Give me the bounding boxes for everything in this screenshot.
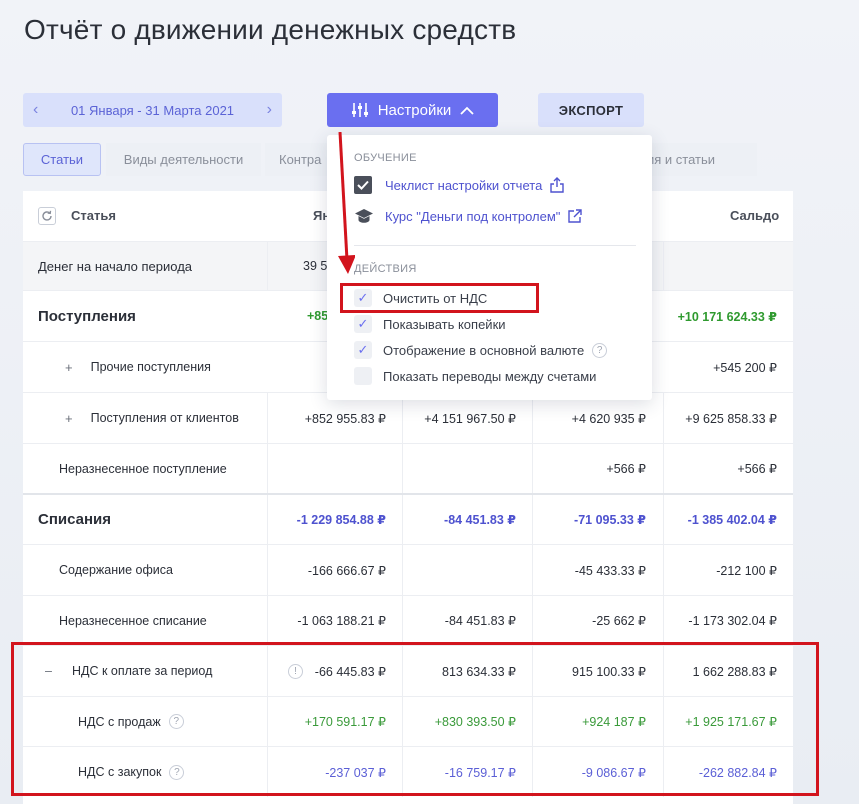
cell-value: -1 063 188.21 ₽: [297, 614, 386, 628]
cell-value: +85: [307, 309, 329, 323]
cell-value: -1 173 302.04 ₽: [688, 614, 777, 628]
checkbox-checked-icon[interactable]: ✓: [354, 341, 372, 359]
course-link-label: Курс "Деньги под контролем": [385, 208, 561, 224]
cell-value: -1 385 402.04 ₽: [687, 513, 777, 527]
section-actions-heading: ДЕЙСТВИЯ: [354, 263, 417, 275]
cell-value: +566 ₽: [606, 462, 646, 476]
cell-value: +10 171 624.33 ₽: [677, 309, 777, 324]
cell-value: -212 100 ₽: [716, 563, 777, 578]
tab-activity-types[interactable]: Виды деятельности: [106, 143, 261, 176]
course-link[interactable]: Курс "Деньги под контролем": [354, 208, 583, 224]
option-label: Отображение в основной валюте: [383, 342, 585, 358]
cell-value: +9 625 858.33 ₽: [685, 411, 777, 426]
option-label: Показать переводы между счетами: [383, 368, 597, 384]
option-show-transfers[interactable]: Показать переводы между счетами: [354, 367, 596, 385]
annotation-highlight-option: [340, 283, 539, 313]
help-icon[interactable]: ?: [592, 342, 608, 358]
option-main-currency[interactable]: ✓ Отображение в основной валюте ?: [354, 341, 608, 359]
header-article[interactable]: Статья: [71, 208, 116, 223]
header-balance[interactable]: Сальдо: [730, 208, 779, 223]
sliders-icon: [351, 102, 369, 118]
export-button[interactable]: ЭКСПОРТ: [538, 93, 644, 127]
date-range-label: 01 Января - 31 Марта 2021: [70, 102, 235, 118]
row-label: Неразнесенное списание: [59, 613, 207, 628]
option-label: Показывать копейки: [383, 316, 506, 332]
cell-value: -71 095.33 ₽: [574, 513, 646, 527]
chevron-left-icon[interactable]: ‹: [33, 101, 38, 119]
settings-dropdown: ОБУЧЕНИЕ Чеклист настройки отчета Курс "…: [327, 135, 652, 400]
row-label: Поступления от клиентов: [90, 411, 239, 425]
menu-divider: [354, 245, 636, 246]
row-label: Денег на начало периода: [38, 258, 193, 274]
cell-value: -25 662 ₽: [592, 614, 646, 628]
refresh-icon[interactable]: [38, 207, 56, 225]
cell-value: +4 620 935 ₽: [571, 411, 646, 426]
graduation-cap-icon: [354, 208, 374, 224]
cell-value: +566 ₽: [737, 462, 777, 476]
external-link-icon: [568, 209, 583, 223]
chevron-up-icon: [460, 106, 474, 115]
checkbox-checked-icon[interactable]: ✓: [354, 315, 372, 333]
expand-icon[interactable]: +: [65, 360, 73, 375]
cell-value: +852 955.83 ₽: [304, 411, 386, 426]
table-row: Неразнесенное списание -1 063 188.21 ₽ -…: [23, 595, 793, 645]
cell-value: -84 451.83 ₽: [444, 614, 516, 628]
share-icon: [550, 177, 564, 193]
cell-value: +545 200 ₽: [713, 360, 777, 375]
row-label: Поступления: [38, 307, 136, 325]
annotation-arrow-icon: [338, 132, 355, 274]
row-label: Списания: [38, 511, 112, 528]
row-label: Содержание офиса: [59, 563, 173, 577]
chevron-right-icon[interactable]: ›: [267, 101, 272, 119]
table-row: Списания -1 229 854.88 ₽ -84 451.83 ₽ -7…: [23, 493, 793, 544]
tab-articles[interactable]: Статьи: [23, 143, 101, 176]
cell-value: -166 666.67 ₽: [307, 563, 386, 578]
cell-value: 39 5: [303, 259, 328, 273]
checkbox-filled-icon: [354, 176, 374, 194]
page-title: Отчёт о движении денежных средств: [24, 14, 517, 45]
settings-button-label: Настройки: [377, 101, 452, 119]
cell-value: -84 451.83 ₽: [444, 513, 516, 527]
table-row: Неразнесенное поступление +566 ₽ +566 ₽: [23, 443, 793, 493]
checkbox-unchecked-icon[interactable]: [354, 367, 372, 385]
cell-value: -1 229 854.88 ₽: [296, 513, 386, 527]
cell-value: -45 433.33 ₽: [574, 563, 646, 578]
settings-button[interactable]: Настройки: [327, 93, 498, 127]
option-show-kopecks[interactable]: ✓ Показывать копейки: [354, 315, 506, 333]
checklist-link[interactable]: Чеклист настройки отчета: [354, 176, 564, 194]
tab-counterparties[interactable]: Контра: [265, 143, 327, 176]
expand-icon[interactable]: +: [65, 411, 73, 426]
annotation-highlight-vat-rows: [11, 642, 819, 796]
row-label: Прочие поступления: [90, 360, 211, 374]
row-label: Неразнесенное поступление: [59, 461, 227, 476]
cell-value: +4 151 967.50 ₽: [424, 411, 516, 426]
section-learning-heading: ОБУЧЕНИЕ: [354, 152, 417, 164]
table-row: Содержание офиса -166 666.67 ₽ -45 433.3…: [23, 544, 793, 595]
checklist-link-label: Чеклист настройки отчета: [385, 177, 543, 193]
date-range-picker[interactable]: ‹ 01 Января - 31 Марта 2021 ›: [23, 93, 282, 127]
